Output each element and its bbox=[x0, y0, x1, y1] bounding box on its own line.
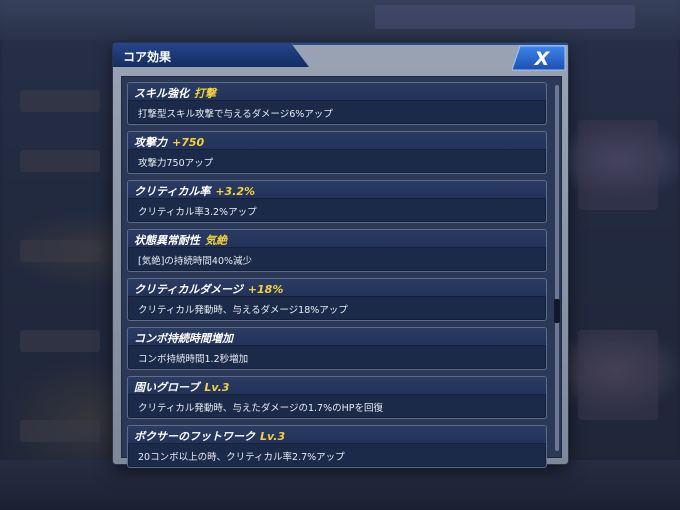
effect-card-header: 状態異常耐性 気絶 bbox=[128, 230, 546, 248]
effect-name: クリティカルダメージ bbox=[134, 283, 243, 296]
effect-description: クリティカル発動時、与えたダメージの1.7%のHPを回復 bbox=[138, 403, 383, 414]
dialog-title: コア効果 bbox=[123, 50, 172, 64]
effect-card: スキル強化 打撃 打撃型スキル攻撃で与えるダメージ6%アップ bbox=[127, 82, 547, 125]
effect-card-header: コンボ持続時間増加 bbox=[128, 328, 546, 346]
effect-card: コンボ持続時間増加 コンボ持続時間1.2秒増加 bbox=[127, 327, 547, 370]
effect-value: +18% bbox=[247, 283, 284, 296]
effect-name: ボクサーのフットワーク bbox=[134, 430, 255, 443]
effect-name: 固いグローブ bbox=[134, 381, 200, 394]
effect-card-header: 攻撃力 +750 bbox=[128, 132, 546, 150]
close-button[interactable]: X bbox=[512, 45, 566, 71]
effect-description: コンボ持続時間1.2秒増加 bbox=[138, 354, 249, 365]
effect-title: ボクサーのフットワーク Lv.3 bbox=[134, 428, 285, 444]
effect-card-header: ボクサーのフットワーク Lv.3 bbox=[128, 426, 546, 444]
effect-name: 攻撃力 bbox=[134, 136, 167, 149]
background-list-item bbox=[20, 150, 100, 172]
effect-card: クリティカル率 +3.2% クリティカル率3.2%アップ bbox=[127, 180, 547, 223]
effect-card: 状態異常耐性 気絶 [気絶]の持続時間40%減少 bbox=[127, 229, 547, 272]
effect-list: スキル強化 打撃 打撃型スキル攻撃で与えるダメージ6%アップ 攻撃力 +750 攻撃… bbox=[127, 82, 547, 474]
background-list-item bbox=[20, 330, 100, 352]
effect-value: Lv.3 bbox=[204, 381, 230, 394]
effect-description: クリティカル発動時、与えるダメージ18%アップ bbox=[138, 305, 348, 316]
background-list-item bbox=[20, 240, 100, 262]
effect-name: コンボ持続時間増加 bbox=[134, 332, 233, 345]
effect-card: 攻撃力 +750 攻撃力750アップ bbox=[127, 131, 547, 174]
background-header-panel bbox=[375, 5, 635, 29]
effect-value: +750 bbox=[172, 136, 205, 149]
close-label: X bbox=[534, 48, 551, 70]
effect-description: [気絶]の持続時間40%減少 bbox=[138, 256, 253, 267]
close-icon: X bbox=[512, 45, 566, 71]
effect-title: クリティカル率 +3.2% bbox=[134, 183, 255, 199]
background-character-card bbox=[578, 330, 658, 420]
effect-card-header: クリティカル率 +3.2% bbox=[128, 181, 546, 199]
effect-title: 攻撃力 +750 bbox=[134, 134, 204, 150]
effect-description: クリティカル率3.2%アップ bbox=[138, 207, 257, 218]
effect-title: スキル強化 打撃 bbox=[134, 85, 216, 101]
effect-card-header: スキル強化 打撃 bbox=[128, 83, 546, 101]
effect-value: Lv.3 bbox=[260, 430, 286, 443]
scrollbar-track[interactable] bbox=[554, 85, 560, 451]
effect-card: クリティカルダメージ +18% クリティカル発動時、与えるダメージ18%アップ bbox=[127, 278, 547, 321]
effect-value: 気絶 bbox=[205, 234, 227, 247]
effect-name: スキル強化 bbox=[134, 87, 189, 100]
core-effect-dialog: コア効果 X スキル強化 打撃 打撃型スキル攻撃で与えるダメージ6%アップ 攻撃… bbox=[113, 43, 568, 468]
effect-name: 状態異常耐性 bbox=[134, 234, 200, 247]
effect-card: 固いグローブ Lv.3 クリティカル発動時、与えたダメージの1.7%のHPを回復 bbox=[127, 376, 547, 419]
effect-list-panel[interactable]: スキル強化 打撃 打撃型スキル攻撃で与えるダメージ6%アップ 攻撃力 +750 攻撃… bbox=[121, 76, 562, 468]
effect-card: ボクサーのフットワーク Lv.3 20コンボ以上の時、クリティカル率2.7%アップ bbox=[127, 425, 547, 468]
effect-title: クリティカルダメージ +18% bbox=[134, 281, 283, 297]
effect-value: 打撃 bbox=[194, 87, 216, 100]
effect-value: +3.2% bbox=[215, 185, 256, 198]
background-list-item bbox=[20, 420, 100, 442]
effect-card-header: 固いグローブ Lv.3 bbox=[128, 377, 546, 395]
effect-title: 状態異常耐性 気絶 bbox=[134, 232, 227, 248]
effect-title: コンボ持続時間増加 bbox=[134, 330, 238, 346]
effect-description: 打撃型スキル攻撃で与えるダメージ6%アップ bbox=[138, 109, 333, 120]
effect-name: クリティカル率 bbox=[134, 185, 211, 198]
background-character-card bbox=[578, 120, 658, 210]
effect-title: 固いグローブ Lv.3 bbox=[134, 379, 229, 395]
background-list-item bbox=[20, 90, 100, 112]
title-bar-shape bbox=[113, 43, 568, 67]
dialog-title-bar: コア効果 bbox=[113, 43, 568, 69]
effect-description: 攻撃力750アップ bbox=[138, 158, 214, 169]
effect-description: 20コンボ以上の時、クリティカル率2.7%アップ bbox=[138, 452, 345, 463]
effect-card-header: クリティカルダメージ +18% bbox=[128, 279, 546, 297]
scrollbar-thumb[interactable] bbox=[554, 299, 560, 323]
